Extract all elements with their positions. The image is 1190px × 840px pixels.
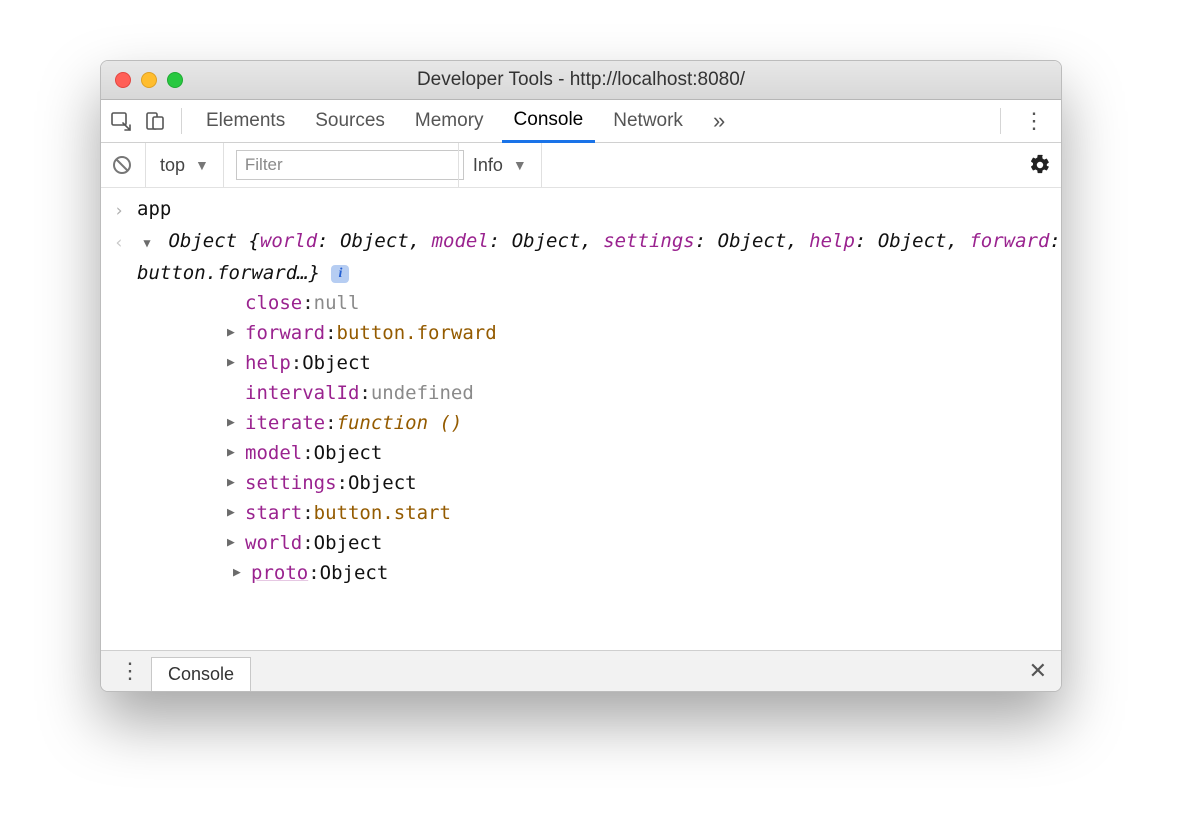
panel-tabs: Elements Sources Memory Console Network … — [101, 100, 1061, 143]
device-toolbar-icon[interactable] — [141, 107, 169, 135]
console-toolbar: top ▼ Info ▼ — [101, 143, 1061, 188]
property-value: undefined — [371, 378, 474, 408]
property-key: settings — [245, 468, 337, 498]
property-row[interactable]: ▶settings: Object — [227, 468, 1061, 498]
property-value: button.start — [314, 498, 451, 528]
property-key: model — [245, 438, 302, 468]
prompt-icon: › — [114, 201, 124, 221]
property-key: proto — [251, 558, 308, 588]
devtools-menu-button[interactable]: ⋮ — [1013, 108, 1055, 134]
expand-icon[interactable]: ▶ — [233, 558, 251, 588]
separator — [1000, 108, 1001, 134]
console-body: › app ‹ ▼ Object {world: Object, model: … — [101, 188, 1061, 660]
property-value: Object — [314, 528, 383, 558]
titlebar: Developer Tools - http://localhost:8080/ — [101, 61, 1061, 100]
property-key: start — [245, 498, 302, 528]
log-level-selector[interactable]: Info ▼ — [458, 143, 542, 187]
window-title: Developer Tools - http://localhost:8080/ — [101, 69, 1061, 91]
property-row[interactable]: ▶help: Object — [227, 348, 1061, 378]
dropdown-icon: ▼ — [513, 157, 527, 173]
tab-sources[interactable]: Sources — [303, 102, 397, 141]
zoom-window-button[interactable] — [167, 72, 183, 88]
property-row[interactable]: ▶world: Object — [227, 528, 1061, 558]
more-tabs-button[interactable]: » — [701, 100, 737, 143]
object-summary: Object {world: Object, model: Object, se… — [137, 230, 1061, 284]
filter-field[interactable] — [236, 150, 446, 180]
property-key: close — [245, 288, 302, 318]
property-value: null — [314, 288, 360, 318]
inspect-icon[interactable] — [107, 107, 135, 135]
tab-console[interactable]: Console — [502, 101, 596, 143]
drawer-tab-console[interactable]: Console — [151, 657, 251, 691]
tab-elements[interactable]: Elements — [194, 102, 297, 141]
log-level-label: Info — [473, 155, 503, 176]
tab-network[interactable]: Network — [601, 102, 695, 141]
property-value: Object — [314, 438, 383, 468]
drawer-menu-button[interactable]: ⋮ — [109, 658, 151, 684]
property-value: Object — [348, 468, 417, 498]
property-key: world — [245, 528, 302, 558]
close-window-button[interactable] — [115, 72, 131, 88]
property-row[interactable]: close: null — [227, 288, 1061, 318]
devtools-window: Developer Tools - http://localhost:8080/… — [100, 60, 1062, 692]
result-icon: ‹ — [114, 233, 124, 253]
property-row[interactable]: intervalId: undefined — [227, 378, 1061, 408]
property-key: help — [245, 348, 291, 378]
expand-icon[interactable]: ▶ — [227, 528, 245, 558]
property-row[interactable]: ▶iterate: function () — [227, 408, 1061, 438]
console-output-row: ‹ ▼ Object {world: Object, model: Object… — [101, 226, 1061, 588]
expand-icon[interactable]: ▶ — [227, 348, 245, 378]
property-row[interactable]: ▶model: Object — [227, 438, 1061, 468]
property-value: button.forward — [337, 318, 497, 348]
console-command: app — [137, 194, 171, 224]
expand-icon[interactable]: ▶ — [227, 438, 245, 468]
property-value: Object — [320, 558, 389, 588]
console-input-row[interactable]: › app — [101, 194, 1061, 226]
expand-icon[interactable]: ▶ — [227, 468, 245, 498]
property-value: function () — [337, 408, 463, 438]
minimize-window-button[interactable] — [141, 72, 157, 88]
console-settings-icon[interactable] — [1029, 154, 1051, 176]
window-controls — [115, 72, 183, 88]
expand-icon[interactable]: ▶ — [227, 318, 245, 348]
expand-icon[interactable]: ▶ — [227, 408, 245, 438]
tab-memory[interactable]: Memory — [403, 102, 496, 141]
expand-icon[interactable]: ▶ — [227, 498, 245, 528]
property-key: forward — [245, 318, 325, 348]
property-row[interactable]: ▶ proto : Object — [233, 558, 1061, 588]
property-row[interactable]: ▶forward: button.forward — [227, 318, 1061, 348]
drawer: ⋮ Console ✕ — [101, 650, 1061, 691]
object-properties: close: null▶forward: button.forward▶help… — [137, 288, 1061, 588]
context-label: top — [160, 155, 185, 176]
property-value: Object — [302, 348, 371, 378]
property-key: iterate — [245, 408, 325, 438]
clear-console-icon[interactable] — [111, 154, 133, 176]
property-key: intervalId — [245, 378, 359, 408]
drawer-close-button[interactable]: ✕ — [1023, 658, 1053, 684]
execution-context-selector[interactable]: top ▼ — [145, 143, 224, 187]
dropdown-icon: ▼ — [195, 157, 209, 173]
property-row[interactable]: ▶start: button.start — [227, 498, 1061, 528]
object-summary-line[interactable]: ▼ Object {world: Object, model: Object, … — [137, 226, 1061, 288]
info-icon[interactable]: i — [331, 265, 349, 283]
expand-toggle-icon[interactable]: ▼ — [137, 228, 157, 258]
separator — [181, 108, 182, 134]
filter-input[interactable] — [236, 150, 464, 180]
